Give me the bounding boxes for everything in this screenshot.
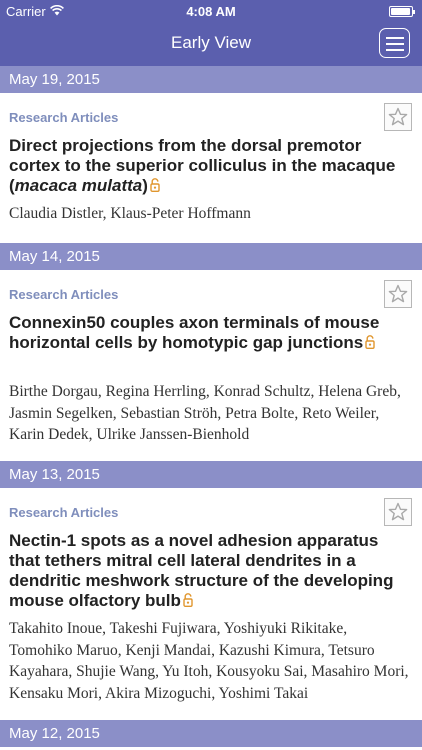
article-item[interactable]: Research Articles Nectin-1 spots as a no… <box>0 488 422 720</box>
article-authors: Claudia Distler, Klaus-Peter Hoffmann <box>9 205 251 222</box>
date-header: May 12, 2015 <box>0 720 422 747</box>
article-authors: Birthe Dorgau, Regina Herrling, Konrad S… <box>9 383 401 443</box>
date-header: May 13, 2015 <box>0 461 422 488</box>
open-access-lock-icon <box>183 593 193 607</box>
star-icon <box>388 502 408 521</box>
favorite-button[interactable] <box>384 498 412 526</box>
article-title[interactable]: Nectin-1 spots as a novel adhesion appar… <box>9 531 409 611</box>
page-title: Early View <box>171 33 251 52</box>
navigation-bar: Carrier 4:08 AM Early View <box>0 0 422 66</box>
section-label: Research Articles <box>9 287 119 302</box>
article-authors: Takahito Inoue, Takeshi Fujiwara, Yoshiy… <box>9 620 409 702</box>
menu-button[interactable] <box>379 28 410 58</box>
article-title[interactable]: Direct projections from the dorsal premo… <box>9 136 409 196</box>
open-access-lock-icon <box>150 178 160 192</box>
article-item[interactable]: Research Articles Connexin50 couples axo… <box>0 270 422 461</box>
open-access-lock-icon <box>365 335 375 349</box>
battery-icon <box>389 6 415 17</box>
date-header: May 14, 2015 <box>0 243 422 270</box>
article-feed[interactable]: May 19, 2015 Research Articles Direct pr… <box>0 66 422 750</box>
status-time: 4:08 AM <box>186 4 236 19</box>
section-label: Research Articles <box>9 110 119 125</box>
star-icon <box>388 107 408 126</box>
section-label: Research Articles <box>9 505 119 520</box>
article-title[interactable]: Connexin50 couples axon terminals of mou… <box>9 313 409 353</box>
hamburger-menu-icon <box>386 37 404 39</box>
status-bar: Carrier 4:08 AM <box>0 0 422 22</box>
date-header: May 19, 2015 <box>0 66 422 93</box>
favorite-button[interactable] <box>384 280 412 308</box>
favorite-button[interactable] <box>384 103 412 131</box>
star-icon <box>388 284 408 303</box>
article-item[interactable]: Research Articles Direct projections fro… <box>0 93 422 243</box>
